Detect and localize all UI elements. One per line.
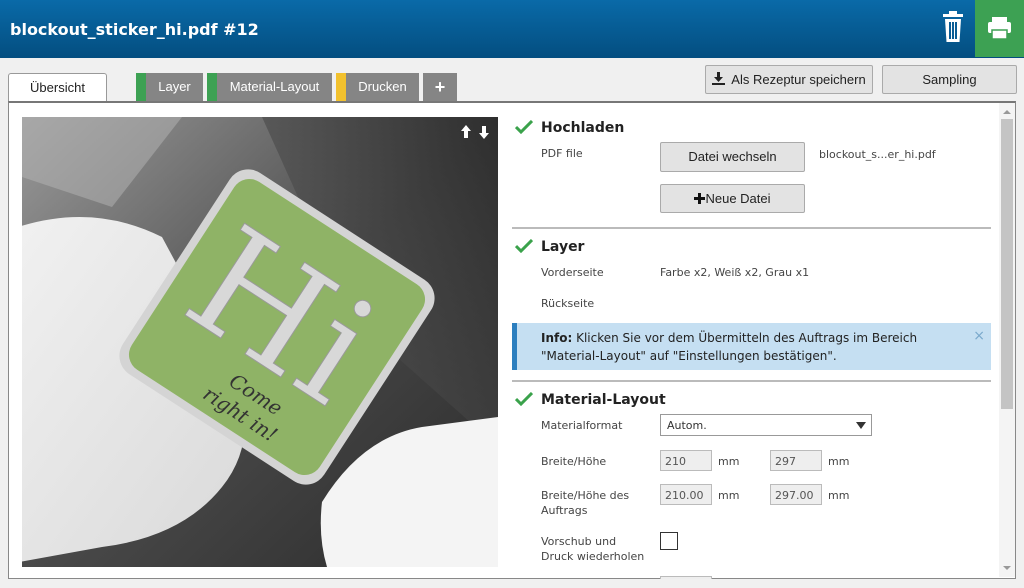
add-tab-button[interactable]: +: [423, 73, 457, 101]
scrollbar[interactable]: [999, 103, 1015, 577]
sampling-button[interactable]: Sampling: [882, 65, 1017, 94]
document-title: blockout_sticker_hi.pdf #12: [10, 20, 259, 39]
info-prefix: Info:: [541, 331, 573, 345]
close-icon[interactable]: ×: [973, 327, 985, 345]
pdf-file-label: PDF file: [541, 147, 583, 160]
repeat-feed-checkbox[interactable]: [660, 532, 678, 550]
download-icon: [712, 72, 726, 85]
section-title-layer: Layer: [541, 239, 585, 255]
sticker-preview: Hi Come right in!: [22, 117, 498, 567]
tab-status-marker: [136, 73, 146, 101]
width-input[interactable]: 210: [660, 450, 712, 471]
front-side-label: Vorderseite: [541, 266, 604, 279]
job-height-input[interactable]: 297.00: [770, 484, 822, 505]
info-alert: Info: Klicken Sie vor dem Übermitteln de…: [512, 323, 991, 370]
save-recipe-button[interactable]: Als Rezeptur speichern: [705, 65, 873, 94]
tab-layer[interactable]: Layer: [136, 73, 203, 101]
chevron-down-icon: [856, 422, 866, 429]
info-text: Klicken Sie vor dem Übermitteln des Auft…: [541, 331, 918, 363]
tab-overview[interactable]: Übersicht: [8, 73, 107, 103]
arrow-up-icon: [461, 125, 471, 138]
job-height-unit: mm: [828, 489, 850, 502]
material-format-select[interactable]: Autom.: [660, 414, 872, 436]
tab-status-marker: [207, 73, 217, 101]
height-input[interactable]: 297: [770, 450, 822, 471]
plus-icon: [694, 193, 706, 204]
repeat-feed-label: Vorschub und Druck wiederholen: [541, 535, 645, 563]
tab-status-marker: [336, 73, 346, 101]
printer-icon: [988, 17, 1011, 40]
job-width-height-label: Breite/Höhe des Auftrags: [541, 489, 630, 517]
check-icon: [515, 392, 533, 406]
arrow-down-icon: [479, 126, 489, 139]
print-button[interactable]: [975, 0, 1024, 57]
reorder-arrows[interactable]: [460, 124, 492, 140]
height-unit: mm: [828, 455, 850, 468]
new-file-button[interactable]: Neue Datei: [660, 184, 805, 213]
material-format-label: Materialformat: [541, 419, 623, 432]
check-icon: [515, 239, 533, 253]
trash-icon[interactable]: [938, 10, 968, 46]
scroll-down-icon[interactable]: [999, 562, 1015, 574]
file-name: blockout_s...er_hi.pdf: [819, 148, 936, 161]
scroll-up-icon[interactable]: [999, 106, 1015, 118]
change-file-button[interactable]: Datei wechseln: [660, 142, 805, 172]
section-divider: [512, 380, 991, 382]
job-width-unit: mm: [718, 489, 740, 502]
plus-icon: +: [434, 77, 446, 97]
job-width-input[interactable]: 210.00: [660, 484, 712, 505]
front-side-value: Farbe x2, Weiß x2, Grau x1: [660, 266, 810, 279]
scrollbar-thumb[interactable]: [1001, 119, 1013, 409]
width-height-label: Breite/Höhe: [541, 455, 607, 468]
tab-print[interactable]: Drucken: [336, 73, 419, 101]
top-bar: blockout_sticker_hi.pdf #12: [0, 0, 1024, 58]
section-title-upload: Hochladen: [541, 120, 625, 136]
section-title-material-layout: Material-Layout: [541, 392, 666, 408]
section-divider: [512, 227, 991, 229]
back-side-label: Rückseite: [541, 297, 595, 310]
next-input-partial[interactable]: [660, 576, 712, 579]
width-unit: mm: [718, 455, 740, 468]
tab-material-layout[interactable]: Material-Layout: [207, 73, 332, 101]
check-icon: [515, 120, 533, 134]
